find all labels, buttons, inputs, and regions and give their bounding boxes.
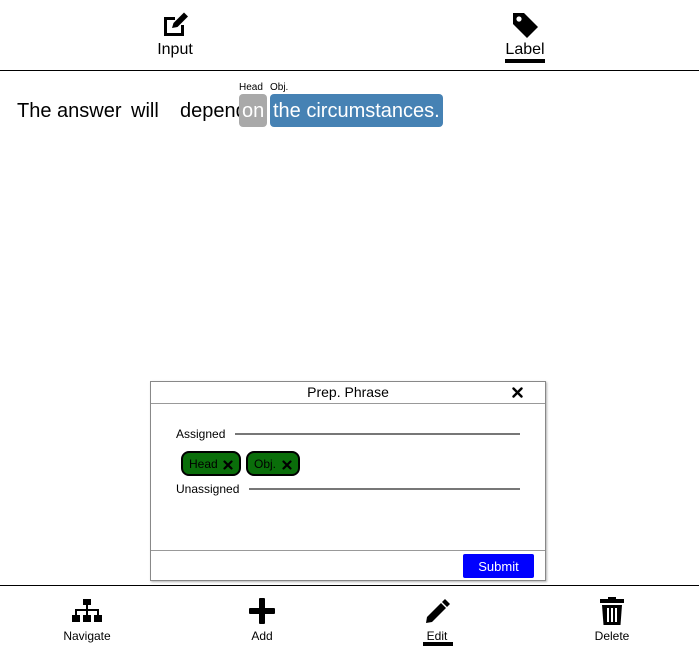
edit-button[interactable]: Edit <box>397 596 477 646</box>
close-icon[interactable] <box>509 384 525 400</box>
pen-icon <box>421 596 453 626</box>
add-button[interactable]: Add <box>222 596 302 646</box>
chip-obj[interactable]: Obj. <box>246 451 300 476</box>
remove-icon[interactable] <box>282 459 292 470</box>
remove-icon[interactable] <box>223 459 233 470</box>
word-token[interactable]: will <box>131 94 159 128</box>
trash-icon <box>596 596 628 626</box>
word-token-obj[interactable]: the circumstances. <box>270 94 443 127</box>
assigned-section: Assigned <box>176 426 520 442</box>
navigate-label: Navigate <box>63 629 111 643</box>
app-root: Input Label The answer will depend Head … <box>0 0 699 649</box>
edit-icon <box>159 10 191 40</box>
active-tool-indicator <box>423 642 453 646</box>
chip-label: Head <box>189 456 218 471</box>
chip-head[interactable]: Head <box>181 451 241 476</box>
obj-tag-label: Obj. <box>270 82 289 93</box>
word-token[interactable]: The <box>17 94 51 128</box>
tab-label[interactable]: Label <box>485 10 565 66</box>
unassigned-section: Unassigned <box>176 481 520 497</box>
assigned-label: Assigned <box>176 427 226 441</box>
delete-button[interactable]: Delete <box>572 596 652 646</box>
top-nav: Input Label <box>0 0 699 71</box>
tab-input-label: Input <box>157 41 193 58</box>
word-token[interactable]: answer <box>57 94 121 128</box>
bottom-toolbar: Navigate Add Edit Delete <box>0 585 699 649</box>
submit-button[interactable]: Submit <box>463 554 534 578</box>
divider <box>235 433 520 435</box>
delete-label: Delete <box>594 629 630 643</box>
prep-phrase-dialog: Prep. Phrase Assigned Head Obj. Unassign… <box>150 381 546 581</box>
head-tag-label: Head <box>239 82 263 93</box>
sitemap-icon <box>71 596 103 626</box>
tab-label-label: Label <box>505 41 545 58</box>
tag-icon <box>509 10 541 40</box>
dialog-footer-divider <box>151 550 545 551</box>
dialog-header: Prep. Phrase <box>151 382 545 404</box>
add-label: Add <box>251 629 273 643</box>
divider <box>249 488 520 490</box>
active-tab-indicator <box>505 59 545 63</box>
word-token-head[interactable]: on <box>239 94 268 127</box>
plus-icon <box>246 596 278 626</box>
chip-label: Obj. <box>254 456 277 471</box>
unassigned-label: Unassigned <box>176 482 240 496</box>
dialog-title: Prep. Phrase <box>307 384 389 400</box>
navigate-button[interactable]: Navigate <box>47 596 127 646</box>
edit-label: Edit <box>426 629 448 643</box>
word-token[interactable]: depend <box>180 94 247 128</box>
tab-input[interactable]: Input <box>135 10 215 66</box>
